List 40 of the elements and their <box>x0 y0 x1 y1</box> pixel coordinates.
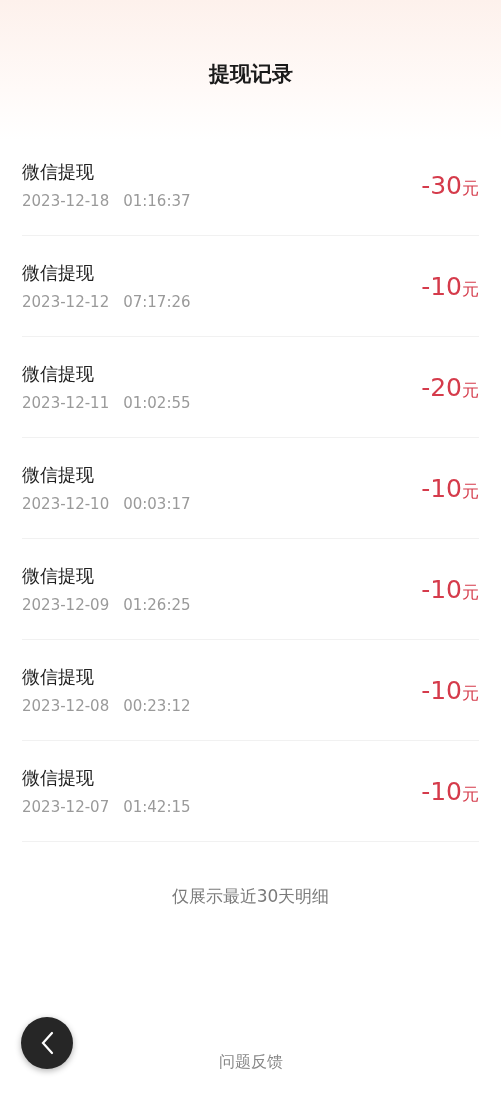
record-name: 微信提现 <box>22 160 95 184</box>
record-time: 07:17:26 <box>123 293 191 311</box>
back-icon <box>40 1031 54 1055</box>
currency-unit: 元 <box>462 782 479 806</box>
record-date: 2023-12-18 <box>22 192 110 210</box>
currency-unit: 元 <box>462 277 479 301</box>
record-amount: -10 <box>421 271 462 301</box>
currency-unit: 元 <box>462 378 479 402</box>
feedback-link[interactable]: 问题反馈 <box>218 1052 283 1073</box>
currency-unit: 元 <box>462 681 479 705</box>
record-amount: -30 <box>421 170 462 200</box>
record-name: 微信提现 <box>22 665 95 689</box>
record-date: 2023-12-12 <box>22 293 110 311</box>
record-amount: -20 <box>421 372 462 402</box>
currency-unit: 元 <box>462 176 479 200</box>
record-time: 01:26:25 <box>123 596 191 614</box>
back-button[interactable] <box>21 1017 73 1069</box>
currency-unit: 元 <box>462 580 479 604</box>
record-name: 微信提现 <box>22 261 95 285</box>
record-time: 01:02:55 <box>123 394 191 412</box>
currency-unit: 元 <box>462 479 479 503</box>
record-date: 2023-12-09 <box>22 596 110 614</box>
record-time: 01:16:37 <box>123 192 191 210</box>
record-date: 2023-12-10 <box>22 495 110 513</box>
record-amount: -10 <box>421 574 462 604</box>
record-date: 2023-12-11 <box>22 394 110 412</box>
record-date: 2023-12-08 <box>22 697 110 715</box>
record-time: 00:03:17 <box>123 495 191 513</box>
record-amount: -10 <box>421 675 462 705</box>
record-name: 微信提现 <box>22 362 95 386</box>
page-title: 提现记录 <box>208 61 293 88</box>
record-amount: -10 <box>421 776 462 806</box>
record-time: 00:23:12 <box>123 697 191 715</box>
notice-text: 仅展示最近30天明细 <box>171 885 330 908</box>
record-amount: -10 <box>421 473 462 503</box>
record-time: 01:42:15 <box>123 798 191 816</box>
record-name: 微信提现 <box>22 463 95 487</box>
record-date: 2023-12-07 <box>22 798 110 816</box>
record-name: 微信提现 <box>22 766 95 790</box>
record-name: 微信提现 <box>22 564 95 588</box>
